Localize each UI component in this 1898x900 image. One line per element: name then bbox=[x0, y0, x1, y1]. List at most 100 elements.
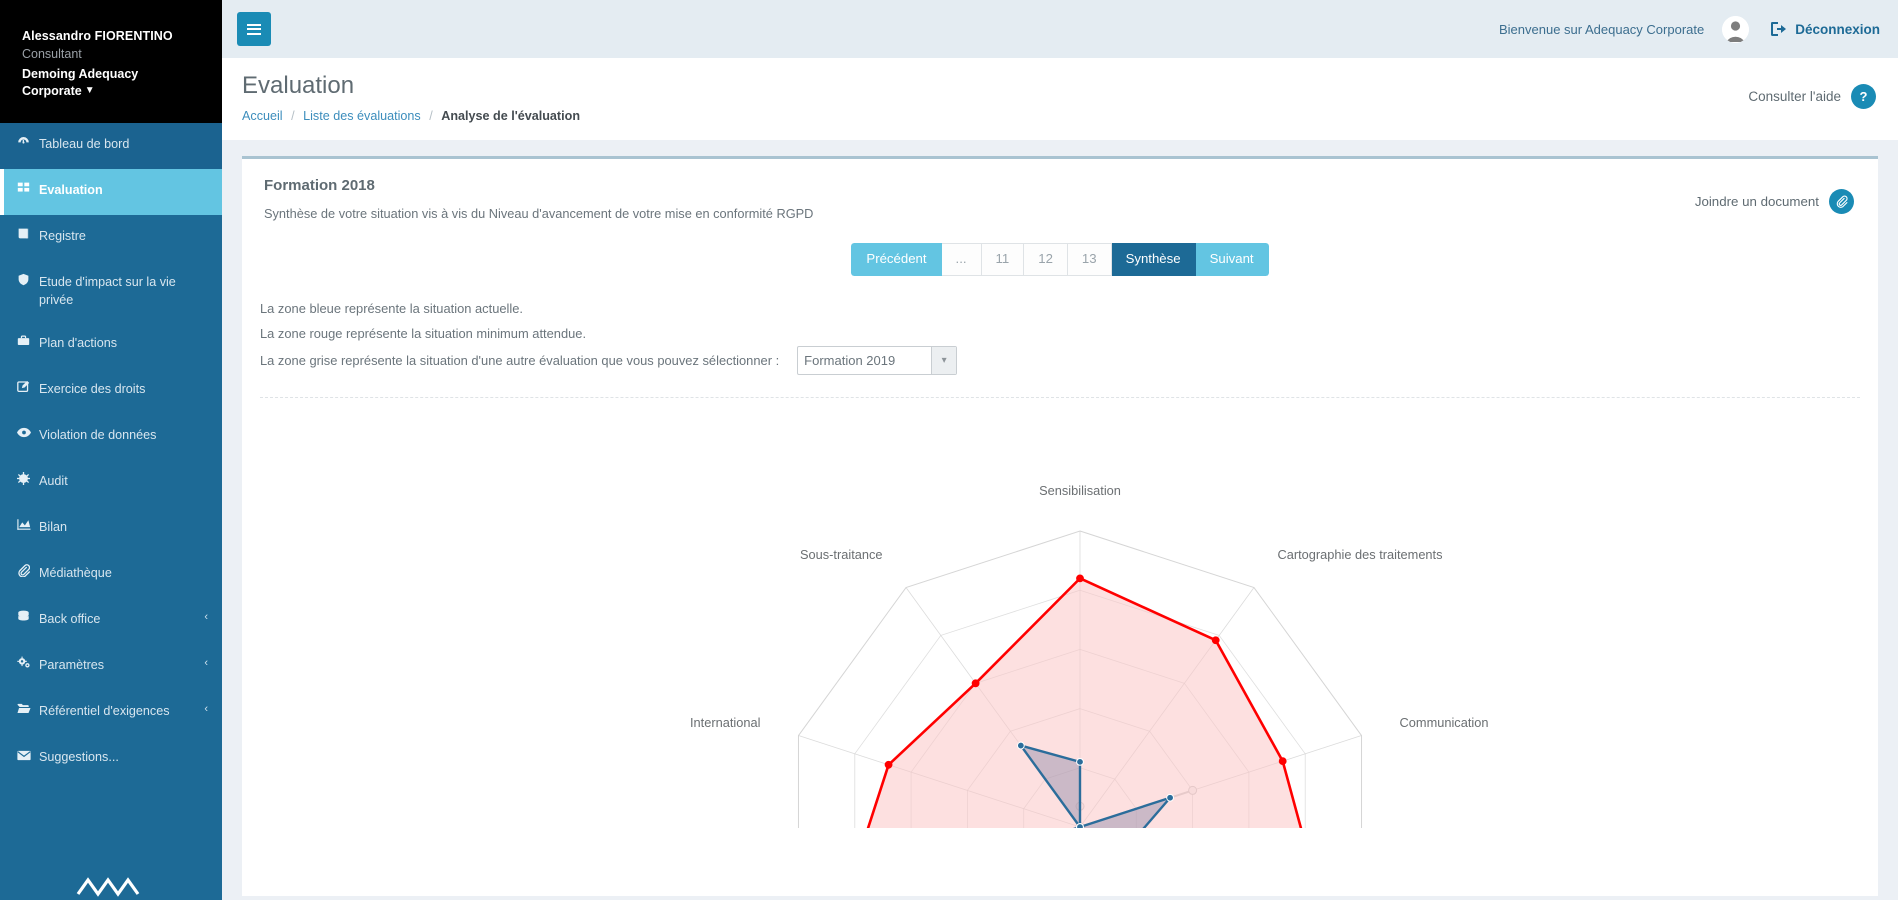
legend-line-grey: La zone grise représente la situation d'… bbox=[260, 345, 1878, 375]
sidebar-item-back-office[interactable]: Back office ‹ bbox=[0, 598, 222, 644]
sidebar-item-m-diath-que[interactable]: Médiathèque bbox=[0, 552, 222, 598]
chevron-left-icon: ‹ bbox=[204, 610, 208, 623]
paperclip-icon bbox=[17, 563, 39, 582]
pagination-button-[interactable]: ... bbox=[941, 243, 982, 276]
help-icon[interactable]: ? bbox=[1851, 84, 1876, 109]
radar-axis-label: Cartographie des traitements bbox=[1277, 547, 1442, 562]
breadcrumb-sep: / bbox=[291, 108, 295, 123]
evaluation-select[interactable]: Formation 2019Formation 2018 bbox=[797, 345, 958, 375]
sidebar-item-label: Evaluation bbox=[39, 183, 103, 198]
folder-open-icon bbox=[17, 702, 39, 720]
radar-series-expected bbox=[866, 574, 1303, 828]
legend-line-grey-label: La zone grise représente la situation d'… bbox=[260, 352, 780, 368]
sidebar-item-plan-d-actions[interactable]: Plan d'actions bbox=[0, 322, 222, 368]
legend-line-blue: La zone bleue représente la situation ac… bbox=[260, 296, 1878, 321]
sidebar-item-param-tres[interactable]: Paramètres ‹ bbox=[0, 644, 222, 690]
sidebar-item-audit[interactable]: Audit bbox=[0, 460, 222, 506]
help-label: Consulter l'aide bbox=[1748, 89, 1841, 104]
breadcrumb-current: Analyse de l'évaluation bbox=[441, 108, 581, 123]
user-company[interactable]: Demoing Adequacy Corporate ▼ bbox=[22, 64, 172, 102]
dashboard-icon bbox=[17, 135, 39, 153]
welcome-text: Bienvenue sur Adequacy Corporate bbox=[1498, 21, 1705, 37]
sidebar-item-label: Etude d'impact sur la vie privée bbox=[39, 275, 176, 308]
page-title: Evaluation bbox=[242, 72, 355, 99]
sidebar-item-label: Paramètres bbox=[39, 657, 105, 672]
sidebar-item-label: Violation de données bbox=[39, 427, 157, 442]
sidebar-item-violation-de-donn-es[interactable]: Violation de données bbox=[0, 414, 222, 460]
menu-toggle-button[interactable] bbox=[237, 12, 271, 46]
evaluation-select-wrapper: Formation 2019Formation 2018 ▾ bbox=[787, 345, 958, 375]
sidebar-item-evaluation[interactable]: Evaluation bbox=[0, 169, 222, 216]
pagination-wrapper: Précédent... 11 12 13 Synthèse Suivant bbox=[242, 235, 1878, 286]
chevron-left-icon: ‹ bbox=[204, 702, 208, 715]
attach-document-button[interactable]: Joindre un document bbox=[1695, 189, 1854, 214]
sidebar-item-exercice-des-droits[interactable]: Exercice des droits bbox=[0, 368, 222, 414]
help-link[interactable]: Consulter l'aide ? bbox=[1748, 84, 1876, 109]
legend-line-red: La zone rouge représente la situation mi… bbox=[260, 321, 1878, 346]
content-region: Formation 2018 Synthèse de votre situati… bbox=[222, 140, 1898, 896]
hamburger-icon bbox=[247, 21, 261, 37]
analysis-card: Formation 2018 Synthèse de votre situati… bbox=[242, 156, 1878, 896]
pagination: Précédent... 11 12 13 Synthèse Suivant bbox=[851, 243, 1269, 276]
book-icon bbox=[17, 227, 39, 245]
sidebar-item-label: Suggestions... bbox=[39, 749, 119, 764]
paperclip-icon[interactable] bbox=[1829, 189, 1854, 214]
top-bar-right: Bienvenue sur Adequacy Corporate Déconne… bbox=[1498, 15, 1880, 43]
sidebar-item-label: Médiathèque bbox=[39, 565, 112, 580]
cogs-icon bbox=[17, 656, 39, 674]
sidebar-item-label: Tableau de bord bbox=[39, 137, 130, 152]
chart-legend-text: La zone bleue représente la situation ac… bbox=[242, 286, 1878, 375]
sidebar-item-registre[interactable]: Registre bbox=[0, 215, 222, 261]
legend-line-red-label: La zone rouge représente la situation mi… bbox=[260, 325, 587, 341]
sidebar-item-tableau-de-bord[interactable]: Tableau de bord bbox=[0, 123, 222, 170]
envelope-icon bbox=[17, 748, 39, 766]
grid-icon bbox=[17, 181, 39, 199]
user-name: Alessandro FIORENTINO bbox=[22, 29, 173, 43]
top-bar: Bienvenue sur Adequacy Corporate Déconne… bbox=[222, 0, 1898, 58]
gear-icon bbox=[17, 471, 39, 490]
sidebar: Alessandro FIORENTINO Consultant Demoing… bbox=[0, 0, 222, 900]
sidebar-item-etude-d-impact-sur-la-vie-priv-e[interactable]: Etude d'impact sur la vie privée bbox=[0, 261, 222, 322]
avatar[interactable] bbox=[1722, 15, 1750, 43]
logout-button[interactable]: Déconnexion bbox=[1771, 22, 1880, 37]
attach-label: Joindre un document bbox=[1694, 194, 1819, 209]
user-panel[interactable]: Alessandro FIORENTINO Consultant Demoing… bbox=[0, 0, 222, 124]
sidebar-item-label: Exercice des droits bbox=[39, 381, 146, 396]
pagination-button-synthse[interactable]: Synthèse bbox=[1111, 243, 1196, 276]
card-header: Formation 2018 Synthèse de votre situati… bbox=[242, 159, 1878, 235]
breadcrumb-home[interactable]: Accueil bbox=[242, 109, 283, 123]
pagination-button-13[interactable]: 13 bbox=[1067, 243, 1112, 276]
chart-icon bbox=[17, 518, 39, 536]
radar-axis-label: Sous-traitance bbox=[800, 547, 883, 562]
radar-chart[interactable]: Sensibilisation Cartographie des traiteme… bbox=[242, 398, 1878, 828]
radar-chart-area: Sensibilisation Cartographie des traiteme… bbox=[242, 398, 1878, 828]
user-role: Consultant bbox=[22, 46, 82, 61]
sidebar-item-bilan[interactable]: Bilan bbox=[0, 506, 222, 552]
pagination-button-11[interactable]: 11 bbox=[981, 243, 1025, 276]
main-region: Bienvenue sur Adequacy Corporate Déconne… bbox=[222, 0, 1898, 900]
pagination-button-suivant[interactable]: Suivant bbox=[1195, 243, 1269, 276]
radar-axis-label: Sensibilisation bbox=[1039, 483, 1121, 498]
sidebar-item-suggestions[interactable]: Suggestions... bbox=[0, 736, 222, 782]
sidebar-item-label: Back office bbox=[39, 611, 101, 626]
sidebar-item-r-f-rentiel-d-exigences[interactable]: Référentiel d'exigences ‹ bbox=[0, 690, 222, 736]
sidebar-item-label: Audit bbox=[39, 473, 68, 488]
sidebar-item-label: Plan d'actions bbox=[39, 335, 118, 350]
breadcrumb-sep: / bbox=[429, 108, 433, 123]
chevron-down-icon: ▼ bbox=[84, 85, 95, 97]
sidebar-item-label: Référentiel d'exigences bbox=[39, 703, 170, 718]
briefcase-icon bbox=[17, 334, 39, 352]
database-icon bbox=[17, 610, 39, 628]
radar-axis-label: Communication bbox=[1400, 715, 1489, 730]
pagination-button-12[interactable]: 12 bbox=[1024, 243, 1068, 276]
card-subtitle: Synthèse de votre situation vis à vis du… bbox=[264, 206, 814, 221]
sidebar-nav: Tableau de bord Evaluation Registre Etude d… bbox=[0, 123, 222, 782]
logout-label: Déconnexion bbox=[1795, 21, 1880, 37]
sidebar-logo bbox=[0, 840, 222, 900]
breadcrumb-list[interactable]: Liste des évaluations bbox=[303, 109, 421, 123]
page-header: Evaluation Accueil / Liste des évaluatio… bbox=[222, 58, 1898, 140]
eye-icon bbox=[17, 426, 39, 444]
chevron-left-icon: ‹ bbox=[204, 656, 208, 669]
pagination-button-prcdent[interactable]: Précédent bbox=[851, 243, 942, 276]
sidebar-item-label: Bilan bbox=[39, 519, 68, 534]
